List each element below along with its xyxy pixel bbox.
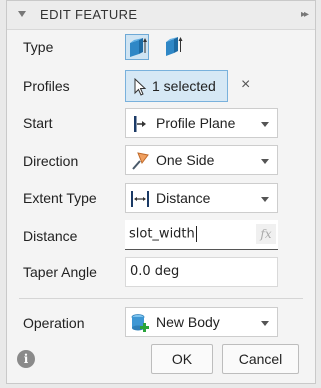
extrude-thin-icon <box>166 37 183 56</box>
collapse-triangle-icon[interactable] <box>18 11 26 17</box>
distance-value: slot_width <box>129 226 195 242</box>
fx-icon[interactable]: fx <box>256 224 276 244</box>
type-label: Type <box>23 39 54 55</box>
distance-icon <box>131 191 149 207</box>
chevron-down-icon <box>261 122 269 127</box>
start-dropdown[interactable]: Profile Plane <box>125 108 278 138</box>
profiles-selection-text: 1 selected <box>152 78 216 94</box>
chevron-down-icon <box>261 197 269 202</box>
chevron-down-icon <box>261 321 269 326</box>
extent-type-label: Extent Type <box>23 190 97 206</box>
expand-arrows-icon[interactable]: ▸▸ <box>301 9 309 20</box>
start-value: Profile Plane <box>156 115 236 131</box>
extent-type-value: Distance <box>156 190 211 206</box>
edit-feature-dialog: EDIT FEATURE ▸▸ Type Profiles 1 selected… <box>6 0 316 384</box>
extrude-solid-icon <box>130 38 147 57</box>
info-icon[interactable]: i <box>17 350 35 368</box>
cancel-button[interactable]: Cancel <box>222 344 299 374</box>
ok-button[interactable]: OK <box>151 344 213 374</box>
dialog-header: EDIT FEATURE ▸▸ <box>7 1 315 30</box>
profile-plane-icon <box>134 116 146 132</box>
type-solid-button[interactable] <box>125 34 149 60</box>
distance-label: Distance <box>23 228 78 244</box>
direction-dropdown[interactable]: One Side <box>125 145 278 175</box>
cursor-arrow-icon <box>134 78 147 96</box>
operation-value: New Body <box>156 314 220 330</box>
text-cursor <box>195 226 197 242</box>
one-side-flag-icon <box>132 152 149 170</box>
section-divider <box>19 298 303 299</box>
profiles-label: Profiles <box>23 78 70 94</box>
type-thin-button[interactable] <box>162 34 186 60</box>
operation-label: Operation <box>23 315 85 331</box>
taper-angle-input[interactable]: 0.0 deg <box>125 257 278 287</box>
extent-type-dropdown[interactable]: Distance <box>125 183 278 213</box>
direction-label: Direction <box>23 153 79 169</box>
distance-input[interactable]: slot_width fx <box>125 220 278 250</box>
start-label: Start <box>23 115 53 131</box>
taper-angle-value: 0.0 deg <box>130 264 180 279</box>
new-body-icon <box>131 314 149 332</box>
operation-dropdown[interactable]: New Body <box>125 307 278 337</box>
taper-angle-label: Taper Angle <box>23 264 97 280</box>
clear-selection-icon[interactable]: × <box>241 76 250 94</box>
chevron-down-icon <box>261 159 269 164</box>
dialog-title: EDIT FEATURE <box>40 7 138 22</box>
direction-value: One Side <box>156 152 215 168</box>
profiles-selection-field[interactable]: 1 selected <box>125 70 228 102</box>
dialog-footer: i OK Cancel <box>7 337 315 383</box>
